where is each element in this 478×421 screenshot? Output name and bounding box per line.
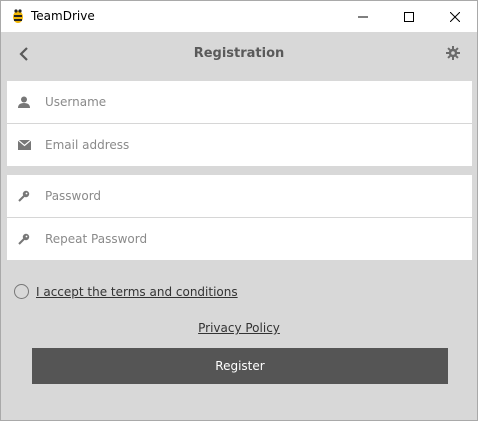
password-input[interactable] bbox=[45, 175, 460, 217]
repeat-password-row bbox=[7, 217, 472, 260]
username-row bbox=[7, 81, 472, 123]
gear-icon bbox=[446, 46, 460, 60]
maximize-button[interactable] bbox=[386, 1, 432, 32]
register-button[interactable]: Register bbox=[32, 348, 448, 384]
password-fields-group bbox=[7, 175, 472, 260]
terms-link[interactable]: I accept the terms and conditions bbox=[36, 285, 238, 299]
envelope-icon bbox=[17, 138, 31, 152]
email-input[interactable] bbox=[45, 124, 460, 166]
username-input[interactable] bbox=[45, 81, 460, 123]
privacy-policy-link[interactable]: Privacy Policy bbox=[1, 321, 477, 335]
title-bar: TeamDrive bbox=[1, 1, 477, 32]
terms-checkbox-row[interactable]: I accept the terms and conditions bbox=[14, 284, 238, 299]
account-fields-group bbox=[7, 81, 472, 166]
close-button[interactable] bbox=[432, 1, 478, 32]
terms-radio[interactable] bbox=[14, 284, 29, 299]
settings-button[interactable] bbox=[444, 44, 462, 62]
key-icon bbox=[17, 189, 31, 203]
email-row bbox=[7, 123, 472, 166]
repeat-password-input[interactable] bbox=[45, 218, 460, 260]
window-title: TeamDrive bbox=[31, 9, 95, 23]
minimize-button[interactable] bbox=[340, 1, 386, 32]
page-header: Registration bbox=[1, 32, 477, 77]
password-row bbox=[7, 175, 472, 217]
key-icon bbox=[17, 232, 31, 246]
user-icon bbox=[17, 95, 31, 109]
page-title: Registration bbox=[193, 46, 285, 61]
app-window: TeamDrive Registration Username Email ad… bbox=[0, 0, 478, 421]
teamdrive-logo-icon bbox=[10, 8, 26, 24]
